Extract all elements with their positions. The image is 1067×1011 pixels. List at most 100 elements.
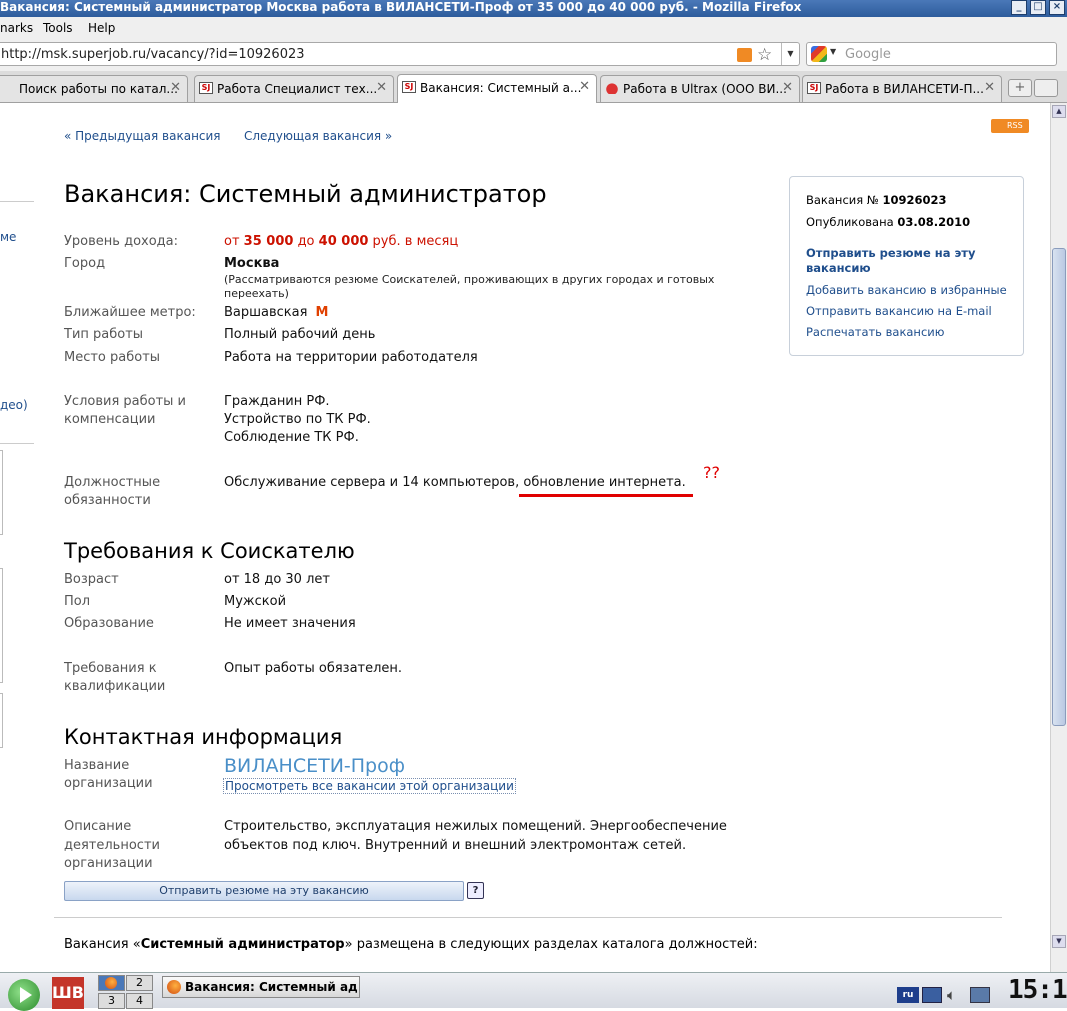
city-note: (Рассматриваются резюме Соискателей, про… — [224, 273, 715, 300]
list-all-tabs-button[interactable] — [1034, 79, 1058, 97]
org-label: Название — [64, 758, 130, 773]
close-icon[interactable]: ✕ — [579, 79, 590, 94]
print-vacancy-link[interactable]: Распечатать вакансию — [806, 325, 944, 339]
education-label: Образование — [64, 616, 154, 631]
metro-station: Варшавская — [224, 305, 308, 320]
city-label: Город — [64, 256, 106, 271]
tab-label: Поиск работы по катал... — [19, 82, 178, 96]
close-button[interactable]: × — [1049, 0, 1065, 15]
superjob-favicon-icon: SJ — [807, 82, 821, 94]
org-desc-label: деятельности — [64, 838, 160, 853]
tab-strip: Поиск работы по катал... ✕ SJ Работа Спе… — [0, 71, 1067, 103]
help-button[interactable]: ? — [467, 882, 484, 899]
chevron-down-icon[interactable]: ▼ — [781, 43, 799, 65]
close-icon[interactable]: ✕ — [376, 80, 387, 95]
worktype-value: Полный рабочий день — [224, 327, 376, 342]
vacancy-number-label: Вакансия № — [806, 193, 883, 207]
close-icon[interactable]: ✕ — [984, 80, 995, 95]
sex-value: Мужской — [224, 594, 287, 609]
url-bar[interactable]: http://msk.superjob.ru/vacancy/?id=10926… — [0, 42, 800, 66]
organization-name-link[interactable]: ВИЛАНСЕТИ-Проф — [224, 755, 405, 777]
close-icon[interactable]: ✕ — [782, 80, 793, 95]
window-titlebar: Вакансия: Системный администратор Москва… — [0, 0, 1067, 17]
device-monitor-icon[interactable] — [970, 987, 990, 1003]
income-to: 40 000 — [318, 234, 369, 249]
firefox-icon — [105, 977, 117, 989]
send-resume-link[interactable]: Отправить резюме на эту вакансию — [806, 246, 1011, 276]
duties-text-highlight: обновление интернета. — [523, 475, 686, 490]
rss-feed-badge[interactable]: RSS — [991, 119, 1029, 133]
city-value: Москва — [224, 256, 280, 271]
add-favorite-link[interactable]: Добавить вакансию в избранные — [806, 283, 1007, 297]
income-mid: до — [293, 234, 319, 249]
superjob-favicon-icon: SJ — [402, 81, 416, 93]
tab-2[interactable]: SJ Работа Специалист тех... ✕ — [194, 75, 394, 102]
prev-vacancy-link[interactable]: « Предыдущая вакансия — [64, 129, 221, 143]
close-icon[interactable]: ✕ — [170, 80, 181, 95]
tab-4[interactable]: Работа в Ultrax (ООО ВИ... ✕ — [600, 75, 800, 102]
menu-tools[interactable]: Tools — [43, 21, 73, 35]
menu-help[interactable]: Help — [88, 21, 115, 35]
scrollbar-thumb[interactable] — [1052, 248, 1066, 726]
all-org-vacancies-link[interactable]: Просмотреть все вакансии этой организаци… — [223, 778, 516, 794]
conditions-value: Устройство по ТК РФ. — [224, 412, 371, 427]
org-desc-label: организации — [64, 856, 153, 871]
tab-1[interactable]: Поиск работы по катал... ✕ — [0, 75, 188, 102]
education-value: Не имеет значения — [224, 616, 356, 631]
tab-label: Работа в ВИЛАНСЕТИ-П... — [825, 82, 984, 96]
url-text[interactable]: http://msk.superjob.ru/vacancy/?id=10926… — [1, 47, 305, 62]
pager-desktop-4[interactable]: 4 — [126, 993, 153, 1009]
pager-desktop-3[interactable]: 3 — [98, 993, 125, 1009]
taskbar-window-button[interactable]: Вакансия: Системный ад — [162, 976, 360, 998]
sidebar-cut-link[interactable]: део) — [0, 398, 28, 412]
pager-desktop-2[interactable]: 2 — [126, 975, 153, 991]
org-desc-label: Описание — [64, 819, 132, 834]
clock[interactable]: 15:19 — [1008, 975, 1067, 1005]
send-email-link[interactable]: Отправить вакансию на E-mail — [806, 304, 992, 318]
duties-label: обязанности — [64, 493, 151, 508]
page-content: « Предыдущая вакансия Следующая вакансия… — [0, 103, 1050, 972]
sidebar-cut-box — [0, 693, 3, 748]
rss-icon[interactable] — [737, 48, 752, 62]
network-icon[interactable] — [922, 987, 942, 1003]
income-suffix: руб. в месяц — [368, 234, 459, 249]
speaker-icon[interactable]: 🔈︎ — [947, 987, 963, 1003]
send-resume-button[interactable]: Отправить резюме на эту вакансию — [64, 881, 464, 901]
taskbar-window-label: Вакансия: Системный ад — [185, 980, 358, 994]
minimize-button[interactable]: _ — [1011, 0, 1027, 15]
conditions-label: Условия работы и — [64, 394, 187, 409]
next-vacancy-link[interactable]: Следующая вакансия » — [244, 129, 392, 143]
org-desc-value: Строительство, эксплуатация нежилых поме… — [224, 819, 727, 834]
start-menu-icon[interactable] — [8, 979, 40, 1011]
ultrax-favicon-icon — [605, 82, 619, 94]
superjob-favicon-icon: SJ — [199, 82, 213, 94]
scroll-down-icon[interactable]: ▼ — [1052, 935, 1066, 948]
new-tab-button[interactable]: + — [1008, 79, 1032, 97]
search-bar[interactable]: ▼ Google — [806, 42, 1057, 66]
firefox-icon — [167, 980, 181, 994]
annotation-underline — [519, 494, 693, 497]
sidebar-cut-link[interactable]: ме — [0, 230, 16, 244]
duties-text: Обслуживание сервера и 14 компьютеров, — [224, 475, 524, 490]
tab-5[interactable]: SJ Работа в ВИЛАНСЕТИ-П... ✕ — [802, 75, 1002, 102]
app-launcher-icon[interactable]: ШВ — [52, 977, 84, 1009]
scroll-up-icon[interactable]: ▲ — [1052, 105, 1066, 118]
search-engine-dropdown-icon[interactable]: ▼ — [830, 47, 836, 56]
published-date: Опубликована 03.08.2010 — [806, 215, 970, 229]
keyboard-layout-indicator[interactable]: ru — [897, 987, 919, 1003]
workplace-value: Работа на территории работодателя — [224, 350, 478, 365]
conditions-value: Соблюдение ТК РФ. — [224, 430, 359, 445]
catalog-text-b: Системный администратор — [140, 937, 345, 952]
pager-desktop-1[interactable] — [98, 975, 125, 991]
qualification-label: Требования к — [64, 661, 157, 676]
maximize-button[interactable]: □ — [1030, 0, 1046, 15]
catalog-text-a: Вакансия « — [64, 937, 141, 952]
bookmark-star-icon[interactable]: ☆ — [757, 45, 772, 65]
worktype-label: Тип работы — [64, 327, 144, 342]
menu-bookmarks[interactable]: narks — [0, 21, 33, 35]
vertical-scrollbar[interactable]: ▲ ▼ — [1050, 103, 1067, 972]
google-icon[interactable] — [811, 46, 827, 62]
page-title: Вакансия: Системный администратор — [64, 180, 547, 208]
tab-3-active[interactable]: SJ Вакансия: Системный а... ✕ — [397, 74, 597, 103]
income-from: 35 000 — [243, 234, 294, 249]
